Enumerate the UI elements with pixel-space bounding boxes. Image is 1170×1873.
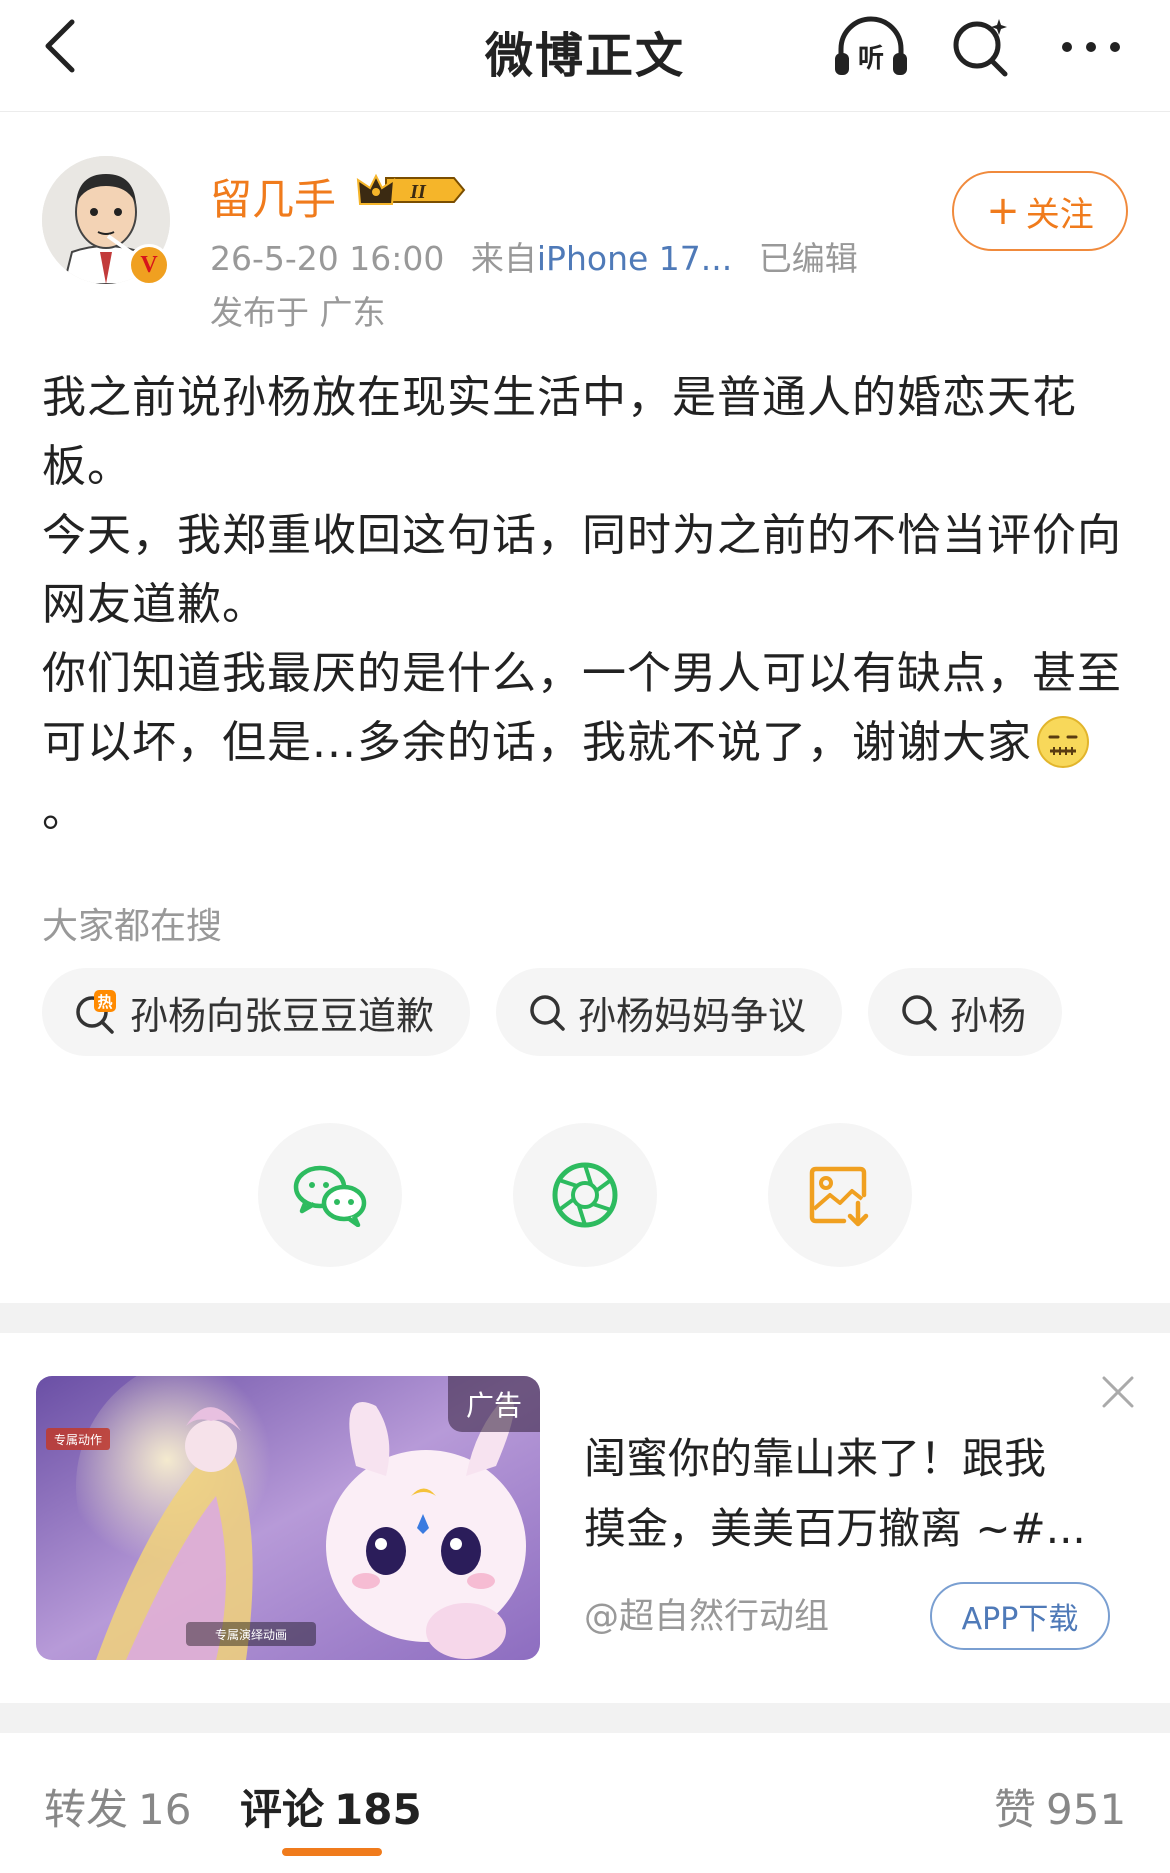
tab-repost-label: 转发 [44, 1785, 129, 1834]
ad-headline-line1: 闺蜜你的靠山来了！跟我 [584, 1434, 1047, 1483]
save-image-icon [809, 1166, 869, 1227]
tab-like-count: 951 [1046, 1785, 1127, 1834]
ad-source[interactable]: @超自然行动组 [584, 1588, 829, 1639]
active-tab-indicator [282, 1848, 382, 1856]
ad-headline-line2: 摸金，美美百万撤离 ~#... [584, 1504, 1086, 1553]
verified-badge: V [128, 244, 170, 286]
close-icon [1102, 1376, 1134, 1408]
ad-image[interactable]: 专属动作 专属演绎动画 广告 [36, 1376, 540, 1660]
app-download-button[interactable]: APP下载 [930, 1582, 1110, 1650]
plus-icon: + [986, 188, 1020, 234]
hot-search-chips: 热 孙杨向张豆豆道歉 孙杨妈妈争议 孙杨 [42, 968, 1088, 1056]
search-icon [953, 19, 1008, 77]
share-moments-button[interactable] [513, 1123, 657, 1267]
post-paragraph: 今天，我郑重收回这句话，同时为之前的不恰当评价向网友道歉。 [42, 510, 1122, 630]
from-label: 来自 [470, 239, 537, 278]
ad-close-button[interactable] [1096, 1370, 1140, 1414]
tab-comment-label: 评论 [240, 1785, 325, 1834]
save-image-button[interactable] [768, 1123, 912, 1267]
hot-search-title: 大家都在搜 [42, 906, 223, 947]
post-paragraph-last: 你们知道我最厌的是什么，一个男人可以有缺点，甚至可以坏，但是...多余的话，我就… [42, 639, 1122, 846]
share-row [0, 1123, 1170, 1267]
headphones-icon: 听 [835, 16, 907, 75]
edited-label[interactable]: 已编辑 [759, 239, 858, 278]
post-location: 发布于 广东 [210, 293, 386, 332]
ad-headline[interactable]: 闺蜜你的靠山来了！跟我 摸金，美美百万撤离 ~#... [584, 1424, 1104, 1564]
search-icon [900, 993, 938, 1031]
hot-search-chip[interactable]: 热 孙杨向张豆豆道歉 [42, 968, 471, 1056]
follow-label: 关注 [1025, 194, 1094, 235]
hot-search-chip[interactable]: 孙杨妈妈争议 [496, 968, 843, 1056]
follow-button[interactable]: + 关注 [952, 171, 1128, 251]
hot-badge: 热 [97, 993, 112, 1011]
tab-comment[interactable]: 评论 185 [240, 1776, 422, 1837]
post-meta: 26-5-20 16:00 来自iPhone 17... 已编辑 [210, 232, 858, 280]
moments-icon [552, 1162, 618, 1228]
search-icon [528, 993, 566, 1031]
listen-button[interactable]: 听 [816, 12, 926, 82]
author-name[interactable]: 留几手 [210, 166, 336, 227]
post-paragraph: 我之前说孙杨放在现实生活中，是普通人的婚恋天花板。 [42, 372, 1077, 492]
listen-label: 听 [858, 44, 884, 74]
tab-comment-count: 185 [334, 1785, 422, 1834]
ad-img-label-top: 专属动作 [54, 1432, 102, 1447]
more-button[interactable] [1036, 12, 1146, 82]
tab-like-label: 赞 [994, 1785, 1037, 1834]
post-paragraph-text: 你们知道我最厌的是什么，一个男人可以有缺点，甚至可以坏，但是...多余的话，我就… [42, 648, 1122, 768]
ad-img-label-bottom: 专属演绎动画 [215, 1627, 287, 1642]
chip-label: 孙杨 [950, 993, 1027, 1038]
device-link[interactable]: iPhone 17... [537, 239, 732, 278]
vip-badge: II [356, 170, 468, 214]
crown-icon: II [356, 173, 466, 205]
search-button[interactable] [926, 12, 1036, 82]
vip-level: II [409, 181, 427, 203]
tab-repost[interactable]: 转发 16 [44, 1776, 191, 1837]
post-content: 我之前说孙杨放在现实生活中，是普通人的婚恋天花板。 今天，我郑重收回这句话，同时… [42, 363, 1122, 846]
ad-tag: 广告 [447, 1376, 540, 1432]
top-nav-bar: 微博正文 听 [0, 0, 1170, 112]
tab-repost-count: 16 [138, 1785, 192, 1834]
hot-search-chip[interactable]: 孙杨 [868, 968, 1063, 1056]
section-divider [0, 1703, 1170, 1733]
chip-label: 孙杨向张豆豆道歉 [130, 993, 435, 1038]
share-wechat-button[interactable] [258, 1123, 402, 1267]
zipped-mouth-emoji-icon [1036, 716, 1089, 768]
section-divider [0, 1303, 1170, 1333]
post-ending-punct: 。 [42, 786, 87, 837]
tab-like[interactable]: 赞 951 [994, 1776, 1126, 1837]
chip-label: 孙杨妈妈争议 [578, 993, 807, 1038]
post-time: 26-5-20 16:00 [210, 239, 445, 278]
hot-search-icon: 热 [74, 990, 118, 1034]
more-dots-icon [1062, 42, 1120, 52]
wechat-icon [293, 1165, 367, 1227]
